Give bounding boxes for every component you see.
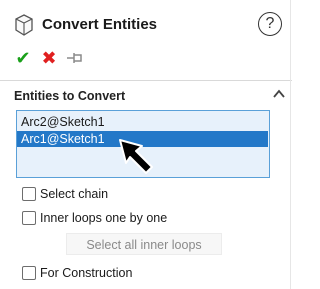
cancel-button[interactable]: ✖ <box>40 49 58 67</box>
inner-loops-checkbox[interactable] <box>22 211 36 225</box>
for-construction-label: For Construction <box>40 266 133 280</box>
list-item[interactable]: Arc2@Sketch1 <box>17 114 268 130</box>
mouse-cursor-icon <box>119 139 153 174</box>
panel-title: Convert Entities <box>42 16 158 33</box>
property-manager-panel: Convert Entities ? ✔ ✖ Entities to Conve… <box>0 0 292 289</box>
ok-button[interactable]: ✔ <box>14 49 32 67</box>
group-title: Entities to Convert <box>14 89 126 103</box>
header-divider <box>0 80 292 81</box>
chevron-up-icon[interactable] <box>272 88 286 100</box>
panel-header: Convert Entities ? <box>0 10 292 40</box>
panel-edge <box>290 0 291 289</box>
help-icon[interactable]: ? <box>258 12 282 36</box>
for-construction-checkbox[interactable] <box>22 266 36 280</box>
inner-loops-label: Inner loops one by one <box>40 211 168 225</box>
pin-icon[interactable] <box>66 49 84 67</box>
convert-entities-icon <box>15 14 33 36</box>
select-all-inner-loops-button[interactable]: Select all inner loops <box>66 233 222 255</box>
select-chain-checkbox[interactable] <box>22 187 36 201</box>
select-chain-label: Select chain <box>40 187 109 201</box>
